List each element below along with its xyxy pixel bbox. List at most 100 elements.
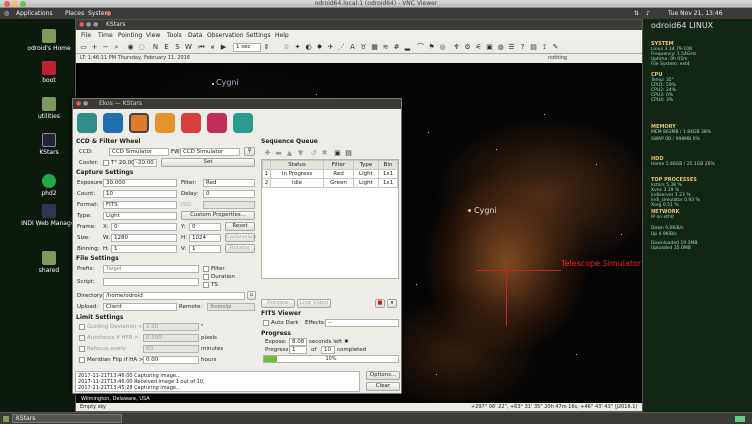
flags-icon[interactable]: ⚑ [427, 43, 436, 52]
satellite-icon[interactable]: ✈ [326, 43, 335, 52]
stop-icon[interactable]: ■ [375, 299, 385, 308]
ground-icon[interactable]: ▂ [403, 43, 412, 52]
indi-control-icon[interactable]: ⚟ [474, 43, 483, 52]
duration-checkbox[interactable] [203, 274, 209, 280]
filter-settings-button[interactable]: ⚲ [244, 147, 255, 156]
set-temperature-button[interactable]: Set [161, 158, 255, 167]
network-icon[interactable]: ⇅ [634, 8, 639, 19]
menu-view[interactable]: View [146, 30, 160, 41]
pointing-icon[interactable]: ◉ [126, 43, 135, 52]
deep-sky-icon[interactable]: ✦ [293, 43, 302, 52]
zoom-in-icon[interactable]: + [90, 43, 99, 52]
constellation-lines-icon[interactable]: ⋰ [337, 43, 346, 52]
desktop-icon-home[interactable]: odroid's Home [14, 29, 84, 52]
menu-help[interactable]: Help [275, 30, 289, 41]
menu-settings[interactable]: Settings [246, 30, 271, 41]
guiding-dev-checkbox[interactable] [79, 324, 85, 330]
col-filter[interactable]: Filter [323, 160, 354, 170]
ccd-select[interactable]: CCD Simulator [109, 148, 169, 156]
browse-folder-icon[interactable]: ▫ [247, 291, 256, 300]
show-desktop-icon[interactable] [3, 416, 9, 422]
move-up-icon[interactable]: ▲ [285, 149, 294, 158]
cooler-checkbox[interactable] [103, 160, 109, 166]
settings-icon[interactable]: ✎ [551, 43, 560, 52]
altitude-icon[interactable]: ⟟ [540, 43, 549, 52]
west-icon[interactable]: W [184, 43, 193, 52]
exposure-field[interactable]: 30.000 [103, 179, 177, 187]
clear-queue-icon[interactable]: ✖ [320, 149, 329, 158]
scheduler-tab-icon[interactable] [233, 113, 253, 133]
script-field[interactable] [103, 278, 199, 286]
ts-checkbox[interactable] [203, 282, 209, 288]
hips-icon[interactable]: ◍ [496, 43, 505, 52]
focus-tab-icon[interactable] [155, 113, 175, 133]
maximize-icon[interactable]: ● [93, 20, 98, 30]
supernova-icon[interactable]: ✸ [315, 43, 324, 52]
observing-list-icon[interactable]: ☰ [507, 43, 516, 52]
size-h-field[interactable]: 1024 [189, 234, 221, 242]
preview-button[interactable]: Preview [261, 299, 295, 308]
capture-tab-icon[interactable] [129, 113, 149, 133]
zoom-out-icon[interactable]: − [101, 43, 110, 52]
wut-icon[interactable]: ? [518, 43, 527, 52]
prefix-input[interactable] [103, 265, 199, 273]
ekos-icon[interactable]: ⚙ [463, 43, 472, 52]
frame-y-field[interactable]: 0 [189, 223, 221, 231]
time-start-icon[interactable]: ⏮ [197, 43, 206, 52]
grid-icon[interactable]: # [392, 43, 401, 52]
directory-field[interactable]: /home/odroid [103, 292, 245, 300]
volume-icon[interactable]: ♪ [646, 8, 650, 19]
spin-icon[interactable]: ⇕ [262, 43, 271, 52]
clear-button[interactable]: Clear [366, 382, 400, 391]
col-status[interactable]: Status [269, 160, 325, 170]
count-field[interactable]: 10 [103, 190, 177, 198]
type-select[interactable]: Light [103, 212, 177, 220]
guide-tab-icon[interactable] [207, 113, 227, 133]
taskbar-item-kstars[interactable]: KStars [12, 414, 122, 423]
open-icon[interactable]: ▭ [79, 43, 88, 52]
remove-job-icon[interactable]: ▬ [274, 149, 283, 158]
upload-select[interactable]: Client [103, 303, 177, 311]
minimize-icon[interactable]: ● [83, 99, 88, 109]
south-icon[interactable]: S [173, 43, 182, 52]
bin-v-field[interactable]: 1 [189, 245, 221, 253]
align-tab-icon[interactable] [181, 113, 201, 133]
table-row[interactable]: 1 In Progress Red Light 1x1 [262, 169, 399, 179]
col-type[interactable]: Type [352, 160, 379, 170]
mount-tab-icon[interactable] [103, 113, 123, 133]
constellation-art-icon[interactable]: ♉ [359, 43, 368, 52]
close-icon[interactable]: ● [76, 99, 81, 109]
bin-h-field[interactable]: 1 [111, 245, 177, 253]
workspace-switcher-icon[interactable] [735, 416, 745, 422]
clock[interactable]: Tue Nov 21, 13:46 [668, 8, 723, 19]
menu-pointing[interactable]: Pointing [118, 30, 142, 41]
horizon-icon[interactable]: ⌒ [416, 43, 425, 52]
applications-menu[interactable]: Applications [16, 8, 53, 19]
setup-tab-icon[interactable] [77, 113, 97, 133]
format-select[interactable]: FITS [103, 201, 177, 209]
add-job-icon[interactable]: ✚ [263, 149, 272, 158]
frame-x-field[interactable]: 0 [111, 223, 177, 231]
solar-system-icon[interactable]: ◐ [304, 43, 313, 52]
menu-tools[interactable]: Tools [167, 30, 182, 41]
autofocus-checkbox[interactable] [79, 335, 85, 341]
fw-select[interactable]: CCD Simulator [180, 148, 240, 156]
find-icon[interactable]: ⌕ [112, 43, 121, 52]
ubuntu-logo-icon[interactable]: ◎ [4, 8, 9, 19]
minimize-icon[interactable] [12, 1, 18, 7]
east-icon[interactable]: E [162, 43, 171, 52]
sky-calendar-icon[interactable]: ▤ [529, 43, 538, 52]
time-step-field[interactable]: 1 sec [233, 43, 261, 52]
firefox-icon[interactable]: ● [106, 8, 111, 19]
col-bin[interactable]: Bin [377, 160, 399, 170]
reset-queue-icon[interactable]: ↺ [309, 149, 318, 158]
menu-file[interactable]: File [81, 30, 91, 41]
time-stop-icon[interactable]: ⏸ [208, 43, 217, 52]
menu-time[interactable]: Time [98, 30, 113, 41]
delay-field[interactable]: 0 [203, 190, 255, 198]
auto-dark-checkbox[interactable] [263, 320, 269, 326]
cooler-target[interactable]: -20.00 [133, 159, 157, 167]
size-w-field[interactable]: 1280 [111, 234, 177, 242]
filter-checkbox[interactable] [203, 266, 209, 272]
boundaries-icon[interactable]: ▦ [370, 43, 379, 52]
